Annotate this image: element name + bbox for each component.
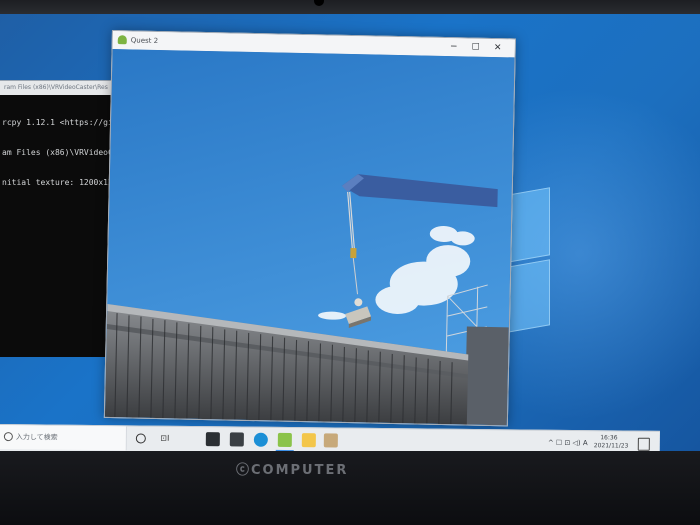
webcam bbox=[314, 0, 324, 6]
mail-icon[interactable] bbox=[229, 432, 244, 447]
explorer-icon[interactable] bbox=[301, 433, 316, 448]
edge-icon[interactable] bbox=[253, 432, 268, 447]
cortana-icon[interactable] bbox=[134, 431, 148, 445]
clock-date: 2021/11/23 bbox=[593, 442, 629, 450]
android-icon bbox=[117, 35, 127, 45]
search-icon bbox=[3, 432, 13, 442]
close-button[interactable]: ✕ bbox=[487, 39, 509, 57]
android-icon[interactable] bbox=[277, 432, 292, 448]
laptop-bezel-top bbox=[0, 0, 700, 14]
taskbar-search-box[interactable]: 入力して検索 bbox=[0, 424, 127, 451]
quest-icon[interactable] bbox=[323, 433, 338, 448]
search-placeholder: 入力して検索 bbox=[15, 433, 58, 442]
task-view-icon[interactable]: ⊡I bbox=[158, 432, 172, 446]
window-title: Quest 2 bbox=[130, 36, 159, 45]
building-side bbox=[464, 326, 509, 426]
notification-icon[interactable] bbox=[637, 437, 650, 451]
minimize-button[interactable]: ─ bbox=[443, 38, 465, 56]
laptop-brand: ⓒCOMPUTER bbox=[236, 463, 349, 478]
maximize-button[interactable]: ☐ bbox=[465, 38, 487, 56]
clock[interactable]: 16:36 2021/11/23 bbox=[593, 434, 629, 450]
vr-video-view[interactable] bbox=[104, 49, 515, 426]
store-icon[interactable] bbox=[205, 432, 220, 447]
vr-scene-image bbox=[104, 49, 515, 426]
quest-mirror-window[interactable]: Quest 2 ─ ☐ ✕ bbox=[103, 30, 516, 427]
desktop: ram Files (x86)\VRVideoCaster\Res rcpy 1… bbox=[0, 14, 700, 451]
laptop-chassis: ⓒCOMPUTER bbox=[0, 451, 700, 525]
